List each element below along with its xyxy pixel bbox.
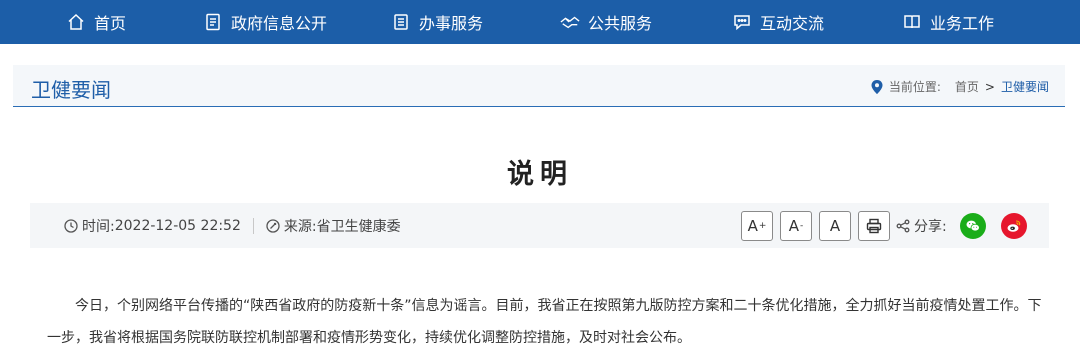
font-increase-button[interactable]: A +	[741, 211, 773, 241]
book-icon	[902, 12, 922, 32]
nav-item-business[interactable]: 业务工作	[902, 0, 994, 44]
nav-item-label: 公共服务	[588, 14, 653, 33]
article-body: 今日，个别网络平台传播的“陕西省政府的防疫新十条”信息为谣言。目前，我省正在按照…	[47, 290, 1047, 354]
breadcrumb-separator: >	[984, 79, 995, 94]
article-meta-info: 时间: 2022-12-05 22:52 来源: 省卫生健康委	[64, 203, 401, 248]
chat-icon	[732, 12, 752, 32]
nav-item-gov-info[interactable]: 政府信息公开	[203, 0, 327, 44]
clock-icon	[64, 218, 78, 233]
location-pin-icon	[871, 79, 883, 94]
source-icon	[266, 218, 280, 233]
breadcrumb-prefix: 当前位置:	[888, 80, 941, 94]
breadcrumb-current-link[interactable]: 卫健要闻	[1001, 78, 1049, 95]
weibo-icon	[1007, 220, 1021, 232]
share-weibo-button[interactable]	[1001, 213, 1027, 239]
handshake-icon	[560, 12, 580, 32]
article-meta-bar: 时间: 2022-12-05 22:52 来源: 省卫生健康委 A + A- A …	[30, 203, 1049, 248]
home-icon	[66, 12, 86, 32]
print-button[interactable]	[858, 211, 890, 241]
nav-item-label: 互动交流	[760, 14, 825, 33]
nav-item-home[interactable]: 首页	[66, 0, 126, 44]
share-icon	[896, 219, 910, 232]
time-label: 时间:	[82, 218, 115, 235]
meta-divider	[252, 217, 254, 234]
font-decrease-button[interactable]: A-	[780, 211, 812, 241]
article-title: 说明	[507, 159, 573, 190]
share-area: 分享:	[896, 203, 947, 248]
nav-item-interaction[interactable]: 互动交流	[732, 0, 824, 44]
nav-item-label: 政府信息公开	[231, 14, 328, 33]
section-title: 卫健要闻	[31, 78, 111, 102]
source-label: 来源:	[283, 218, 317, 235]
nav-item-label: 业务工作	[930, 14, 995, 33]
nav-item-label: 办事服务	[419, 14, 484, 33]
document-icon	[203, 12, 223, 32]
top-navigation: 首页 政府信息公开 办事服务 公共服务 互动交流 业务工作	[0, 0, 1080, 44]
nav-item-public-services[interactable]: 公共服务	[560, 0, 652, 44]
print-icon	[866, 218, 882, 234]
section-header: 卫健要闻 当前位置: 首页 > 卫健要闻	[13, 65, 1065, 107]
breadcrumb-home-link[interactable]: 首页	[955, 78, 979, 95]
clipboard-icon	[391, 12, 411, 32]
article-paragraph: 今日，个别网络平台传播的“陕西省政府的防疫新十条”信息为谣言。目前，我省正在按照…	[47, 298, 1042, 346]
share-wechat-button[interactable]	[960, 213, 986, 239]
font-reset-button[interactable]: A	[819, 211, 851, 241]
nav-item-label: 首页	[94, 14, 127, 33]
share-label: 分享:	[914, 218, 947, 235]
nav-item-services[interactable]: 办事服务	[391, 0, 483, 44]
breadcrumb: 当前位置: 首页 > 卫健要闻	[871, 78, 1049, 95]
source-value: 省卫生健康委	[316, 218, 401, 235]
time-value: 2022-12-05 22:52	[114, 217, 241, 234]
wechat-icon	[966, 220, 980, 232]
